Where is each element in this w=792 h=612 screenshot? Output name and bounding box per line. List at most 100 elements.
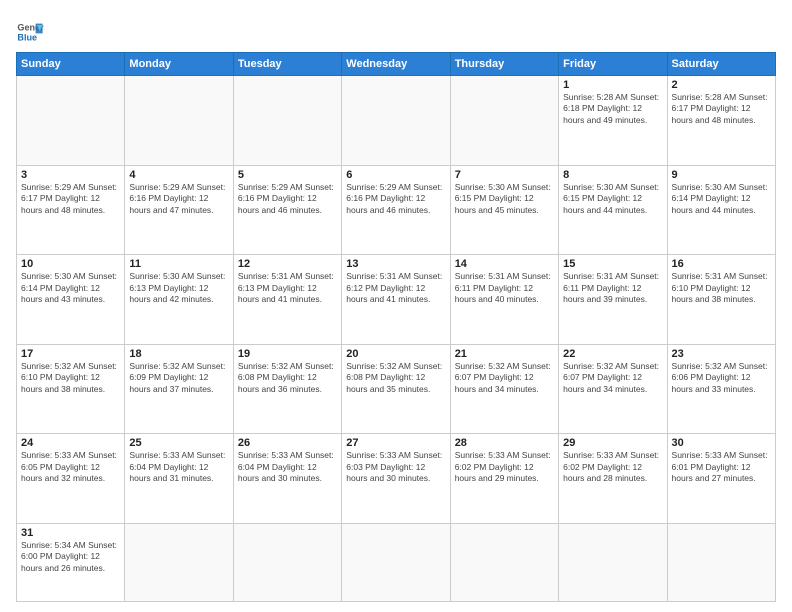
day-number: 9	[672, 169, 771, 181]
day-number: 22	[563, 348, 662, 360]
day-info: Sunrise: 5:31 AM Sunset: 6:13 PM Dayligh…	[238, 271, 337, 305]
day-number: 29	[563, 437, 662, 449]
day-number: 20	[346, 348, 445, 360]
day-info: Sunrise: 5:31 AM Sunset: 6:10 PM Dayligh…	[672, 271, 771, 305]
day-info: Sunrise: 5:32 AM Sunset: 6:09 PM Dayligh…	[129, 361, 228, 395]
day-number: 31	[21, 527, 120, 539]
day-info: Sunrise: 5:31 AM Sunset: 6:12 PM Dayligh…	[346, 271, 445, 305]
calendar-cell	[125, 76, 233, 166]
logo-icon: General Blue	[16, 18, 44, 46]
logo: General Blue	[16, 18, 44, 46]
weekday-header-row: SundayMondayTuesdayWednesdayThursdayFrid…	[17, 53, 776, 76]
day-info: Sunrise: 5:29 AM Sunset: 6:16 PM Dayligh…	[129, 182, 228, 216]
calendar-cell	[233, 523, 341, 601]
day-number: 2	[672, 79, 771, 91]
calendar-cell: 8Sunrise: 5:30 AM Sunset: 6:15 PM Daylig…	[559, 165, 667, 255]
calendar-cell: 25Sunrise: 5:33 AM Sunset: 6:04 PM Dayli…	[125, 434, 233, 524]
day-info: Sunrise: 5:30 AM Sunset: 6:15 PM Dayligh…	[455, 182, 554, 216]
weekday-header-saturday: Saturday	[667, 53, 775, 76]
calendar-cell: 29Sunrise: 5:33 AM Sunset: 6:02 PM Dayli…	[559, 434, 667, 524]
calendar-cell	[450, 523, 558, 601]
page-header: General Blue	[16, 14, 776, 46]
day-info: Sunrise: 5:34 AM Sunset: 6:00 PM Dayligh…	[21, 540, 120, 574]
day-info: Sunrise: 5:32 AM Sunset: 6:08 PM Dayligh…	[346, 361, 445, 395]
weekday-header-wednesday: Wednesday	[342, 53, 450, 76]
calendar-cell: 23Sunrise: 5:32 AM Sunset: 6:06 PM Dayli…	[667, 344, 775, 434]
calendar-cell: 21Sunrise: 5:32 AM Sunset: 6:07 PM Dayli…	[450, 344, 558, 434]
day-number: 18	[129, 348, 228, 360]
calendar-cell	[559, 523, 667, 601]
day-number: 11	[129, 258, 228, 270]
calendar-week-3: 10Sunrise: 5:30 AM Sunset: 6:14 PM Dayli…	[17, 255, 776, 345]
calendar-cell	[667, 523, 775, 601]
day-number: 17	[21, 348, 120, 360]
svg-text:Blue: Blue	[17, 32, 37, 42]
day-info: Sunrise: 5:30 AM Sunset: 6:13 PM Dayligh…	[129, 271, 228, 305]
day-number: 5	[238, 169, 337, 181]
day-number: 4	[129, 169, 228, 181]
day-number: 12	[238, 258, 337, 270]
day-number: 30	[672, 437, 771, 449]
calendar-week-4: 17Sunrise: 5:32 AM Sunset: 6:10 PM Dayli…	[17, 344, 776, 434]
day-info: Sunrise: 5:31 AM Sunset: 6:11 PM Dayligh…	[455, 271, 554, 305]
calendar-cell: 19Sunrise: 5:32 AM Sunset: 6:08 PM Dayli…	[233, 344, 341, 434]
calendar-cell: 22Sunrise: 5:32 AM Sunset: 6:07 PM Dayli…	[559, 344, 667, 434]
weekday-header-tuesday: Tuesday	[233, 53, 341, 76]
calendar-cell: 15Sunrise: 5:31 AM Sunset: 6:11 PM Dayli…	[559, 255, 667, 345]
day-number: 27	[346, 437, 445, 449]
day-info: Sunrise: 5:33 AM Sunset: 6:02 PM Dayligh…	[563, 450, 662, 484]
weekday-header-thursday: Thursday	[450, 53, 558, 76]
calendar-cell: 31Sunrise: 5:34 AM Sunset: 6:00 PM Dayli…	[17, 523, 125, 601]
day-info: Sunrise: 5:29 AM Sunset: 6:16 PM Dayligh…	[238, 182, 337, 216]
calendar-week-1: 1Sunrise: 5:28 AM Sunset: 6:18 PM Daylig…	[17, 76, 776, 166]
day-number: 21	[455, 348, 554, 360]
day-number: 24	[21, 437, 120, 449]
calendar-cell: 7Sunrise: 5:30 AM Sunset: 6:15 PM Daylig…	[450, 165, 558, 255]
calendar-cell	[342, 523, 450, 601]
calendar-cell: 10Sunrise: 5:30 AM Sunset: 6:14 PM Dayli…	[17, 255, 125, 345]
calendar-cell: 30Sunrise: 5:33 AM Sunset: 6:01 PM Dayli…	[667, 434, 775, 524]
day-number: 25	[129, 437, 228, 449]
calendar-cell: 3Sunrise: 5:29 AM Sunset: 6:17 PM Daylig…	[17, 165, 125, 255]
day-number: 19	[238, 348, 337, 360]
day-number: 8	[563, 169, 662, 181]
weekday-header-friday: Friday	[559, 53, 667, 76]
day-number: 6	[346, 169, 445, 181]
day-number: 15	[563, 258, 662, 270]
calendar-cell: 4Sunrise: 5:29 AM Sunset: 6:16 PM Daylig…	[125, 165, 233, 255]
day-info: Sunrise: 5:30 AM Sunset: 6:15 PM Dayligh…	[563, 182, 662, 216]
calendar-week-5: 24Sunrise: 5:33 AM Sunset: 6:05 PM Dayli…	[17, 434, 776, 524]
calendar-cell: 12Sunrise: 5:31 AM Sunset: 6:13 PM Dayli…	[233, 255, 341, 345]
day-info: Sunrise: 5:32 AM Sunset: 6:10 PM Dayligh…	[21, 361, 120, 395]
day-info: Sunrise: 5:32 AM Sunset: 6:07 PM Dayligh…	[455, 361, 554, 395]
day-info: Sunrise: 5:28 AM Sunset: 6:18 PM Dayligh…	[563, 92, 662, 126]
calendar-cell	[450, 76, 558, 166]
day-number: 26	[238, 437, 337, 449]
day-info: Sunrise: 5:30 AM Sunset: 6:14 PM Dayligh…	[21, 271, 120, 305]
calendar-cell: 28Sunrise: 5:33 AM Sunset: 6:02 PM Dayli…	[450, 434, 558, 524]
weekday-header-sunday: Sunday	[17, 53, 125, 76]
day-info: Sunrise: 5:29 AM Sunset: 6:17 PM Dayligh…	[21, 182, 120, 216]
calendar-cell	[342, 76, 450, 166]
calendar-week-2: 3Sunrise: 5:29 AM Sunset: 6:17 PM Daylig…	[17, 165, 776, 255]
calendar-cell: 5Sunrise: 5:29 AM Sunset: 6:16 PM Daylig…	[233, 165, 341, 255]
calendar-week-6: 31Sunrise: 5:34 AM Sunset: 6:00 PM Dayli…	[17, 523, 776, 601]
calendar-cell: 27Sunrise: 5:33 AM Sunset: 6:03 PM Dayli…	[342, 434, 450, 524]
day-number: 14	[455, 258, 554, 270]
calendar-cell: 2Sunrise: 5:28 AM Sunset: 6:17 PM Daylig…	[667, 76, 775, 166]
day-number: 10	[21, 258, 120, 270]
calendar-cell: 9Sunrise: 5:30 AM Sunset: 6:14 PM Daylig…	[667, 165, 775, 255]
day-info: Sunrise: 5:33 AM Sunset: 6:04 PM Dayligh…	[238, 450, 337, 484]
day-number: 16	[672, 258, 771, 270]
calendar-cell: 24Sunrise: 5:33 AM Sunset: 6:05 PM Dayli…	[17, 434, 125, 524]
day-info: Sunrise: 5:33 AM Sunset: 6:04 PM Dayligh…	[129, 450, 228, 484]
calendar-cell: 16Sunrise: 5:31 AM Sunset: 6:10 PM Dayli…	[667, 255, 775, 345]
day-info: Sunrise: 5:33 AM Sunset: 6:03 PM Dayligh…	[346, 450, 445, 484]
day-number: 3	[21, 169, 120, 181]
calendar-cell	[17, 76, 125, 166]
calendar-cell: 26Sunrise: 5:33 AM Sunset: 6:04 PM Dayli…	[233, 434, 341, 524]
day-info: Sunrise: 5:33 AM Sunset: 6:02 PM Dayligh…	[455, 450, 554, 484]
day-number: 13	[346, 258, 445, 270]
day-info: Sunrise: 5:30 AM Sunset: 6:14 PM Dayligh…	[672, 182, 771, 216]
day-info: Sunrise: 5:32 AM Sunset: 6:08 PM Dayligh…	[238, 361, 337, 395]
